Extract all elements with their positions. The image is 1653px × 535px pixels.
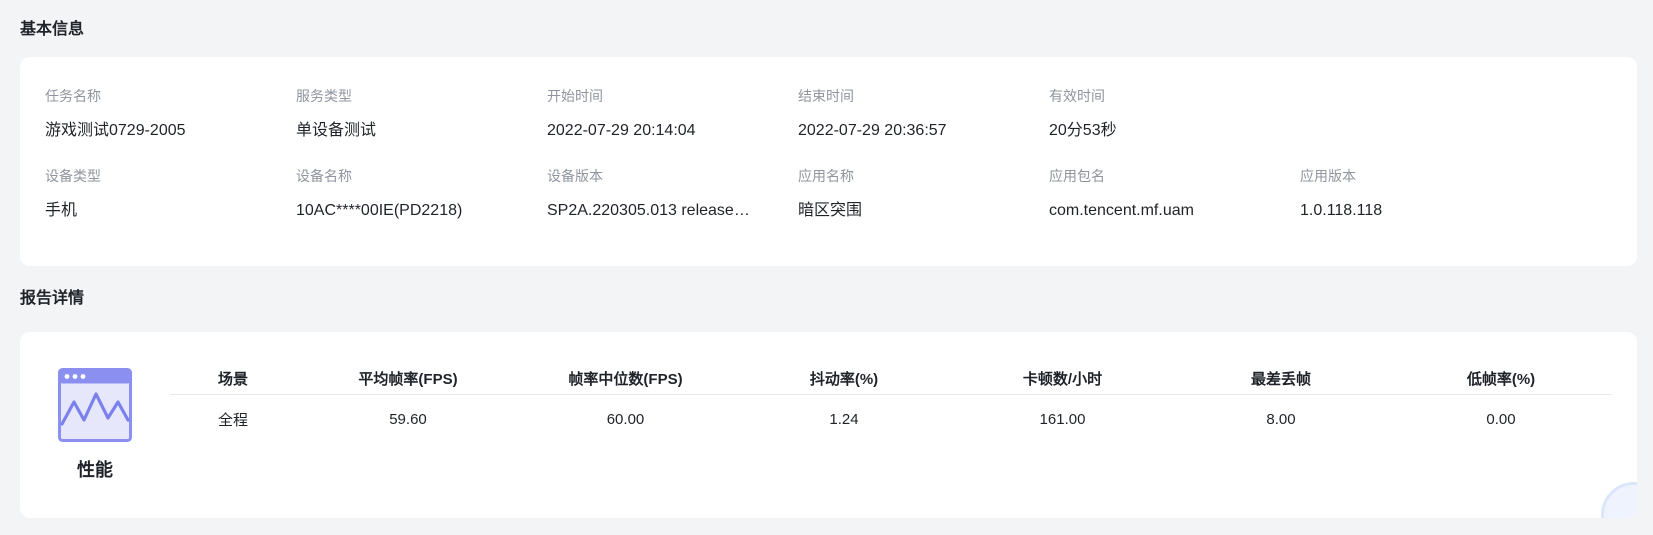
column-header-stutter-per-hour: 卡顿数/小时 [953,362,1172,395]
report-details-card: 性能 场景 平均帧率(FPS) 帧率中位数(FPS) 抖动率(%) 卡顿数/小时… [20,332,1637,518]
field-value: 2022-07-29 20:36:57 [798,122,947,139]
basic-info-title: 基本信息 [20,21,85,38]
field-label: 设备名称 [296,168,352,184]
field-value: 1.0.118.118 [1300,202,1383,219]
performance-table: 场景 平均帧率(FPS) 帧率中位数(FPS) 抖动率(%) 卡顿数/小时 最差… [170,362,1612,443]
field-label: 开始时间 [547,88,603,104]
report-details-title: 报告详情 [20,290,85,307]
field-app-package: 应用包名 com.tencent.mf.uam [1049,167,1279,221]
table-cell: 0.00 [1486,410,1516,428]
table-row: 全程 59.60 60.00 1.24 161.00 8.00 0.00 [170,395,1612,444]
column-header-avg-fps: 平均帧率(FPS) [300,362,516,395]
field-value: 手机 [45,202,78,219]
field-end-time: 结束时间 2022-07-29 20:36:57 [798,87,1028,141]
field-value: 单设备测试 [296,122,377,139]
performance-category-label: 性能 [77,460,113,480]
table-cell: 161.00 [1039,410,1086,428]
table-header-row: 场景 平均帧率(FPS) 帧率中位数(FPS) 抖动率(%) 卡顿数/小时 最差… [170,362,1612,395]
field-label: 任务名称 [45,88,101,104]
field-label: 有效时间 [1049,88,1105,104]
field-start-time: 开始时间 2022-07-29 20:14:04 [547,87,777,141]
field-task-name: 任务名称 游戏测试0729-2005 [45,87,275,141]
field-label: 应用包名 [1049,168,1105,184]
field-device-version: 设备版本 SP2A.220305.013 release… [547,167,777,221]
column-header-median-fps: 帧率中位数(FPS) [516,362,735,395]
field-label: 服务类型 [296,88,352,104]
corner-decoration [1601,482,1637,518]
field-device-type: 设备类型 手机 [45,167,275,221]
field-app-name: 应用名称 暗区突围 [798,167,1028,221]
table-cell: 全程 [218,411,249,429]
field-value: 2022-07-29 20:14:04 [547,122,696,139]
field-device-name: 设备名称 10AC****00IE(PD2218) [296,167,526,221]
column-header-jitter-rate: 抖动率(%) [735,362,953,395]
field-value: 20分53秒 [1049,122,1117,139]
table-cell: 8.00 [1266,410,1296,428]
field-value: 暗区突围 [798,202,863,219]
field-value: com.tencent.mf.uam [1049,202,1194,219]
field-label: 应用版本 [1300,168,1356,184]
table-cell: 60.00 [606,410,645,428]
basic-info-card: 任务名称 游戏测试0729-2005 服务类型 单设备测试 开始时间 2022-… [20,57,1637,266]
field-value: 10AC****00IE(PD2218) [296,202,463,219]
field-label: 设备类型 [45,168,101,184]
field-service-type: 服务类型 单设备测试 [296,87,526,141]
field-value: SP2A.220305.013 release… [547,202,750,219]
column-header-worst-frame-drop: 最差丢帧 [1172,362,1390,395]
column-header-scene: 场景 [170,362,300,395]
table-cell: 59.60 [389,410,427,428]
field-value: 游戏测试0729-2005 [45,122,186,139]
field-label: 结束时间 [798,88,854,104]
field-app-version: 应用版本 1.0.118.118 [1300,167,1530,221]
performance-chart-icon[interactable] [58,368,132,442]
column-header-low-fps-rate: 低帧率(%) [1390,362,1612,395]
field-label: 应用名称 [798,168,854,184]
table-cell: 1.24 [829,410,859,428]
field-label: 设备版本 [547,168,603,184]
field-effective-time: 有效时间 20分53秒 [1049,87,1279,141]
